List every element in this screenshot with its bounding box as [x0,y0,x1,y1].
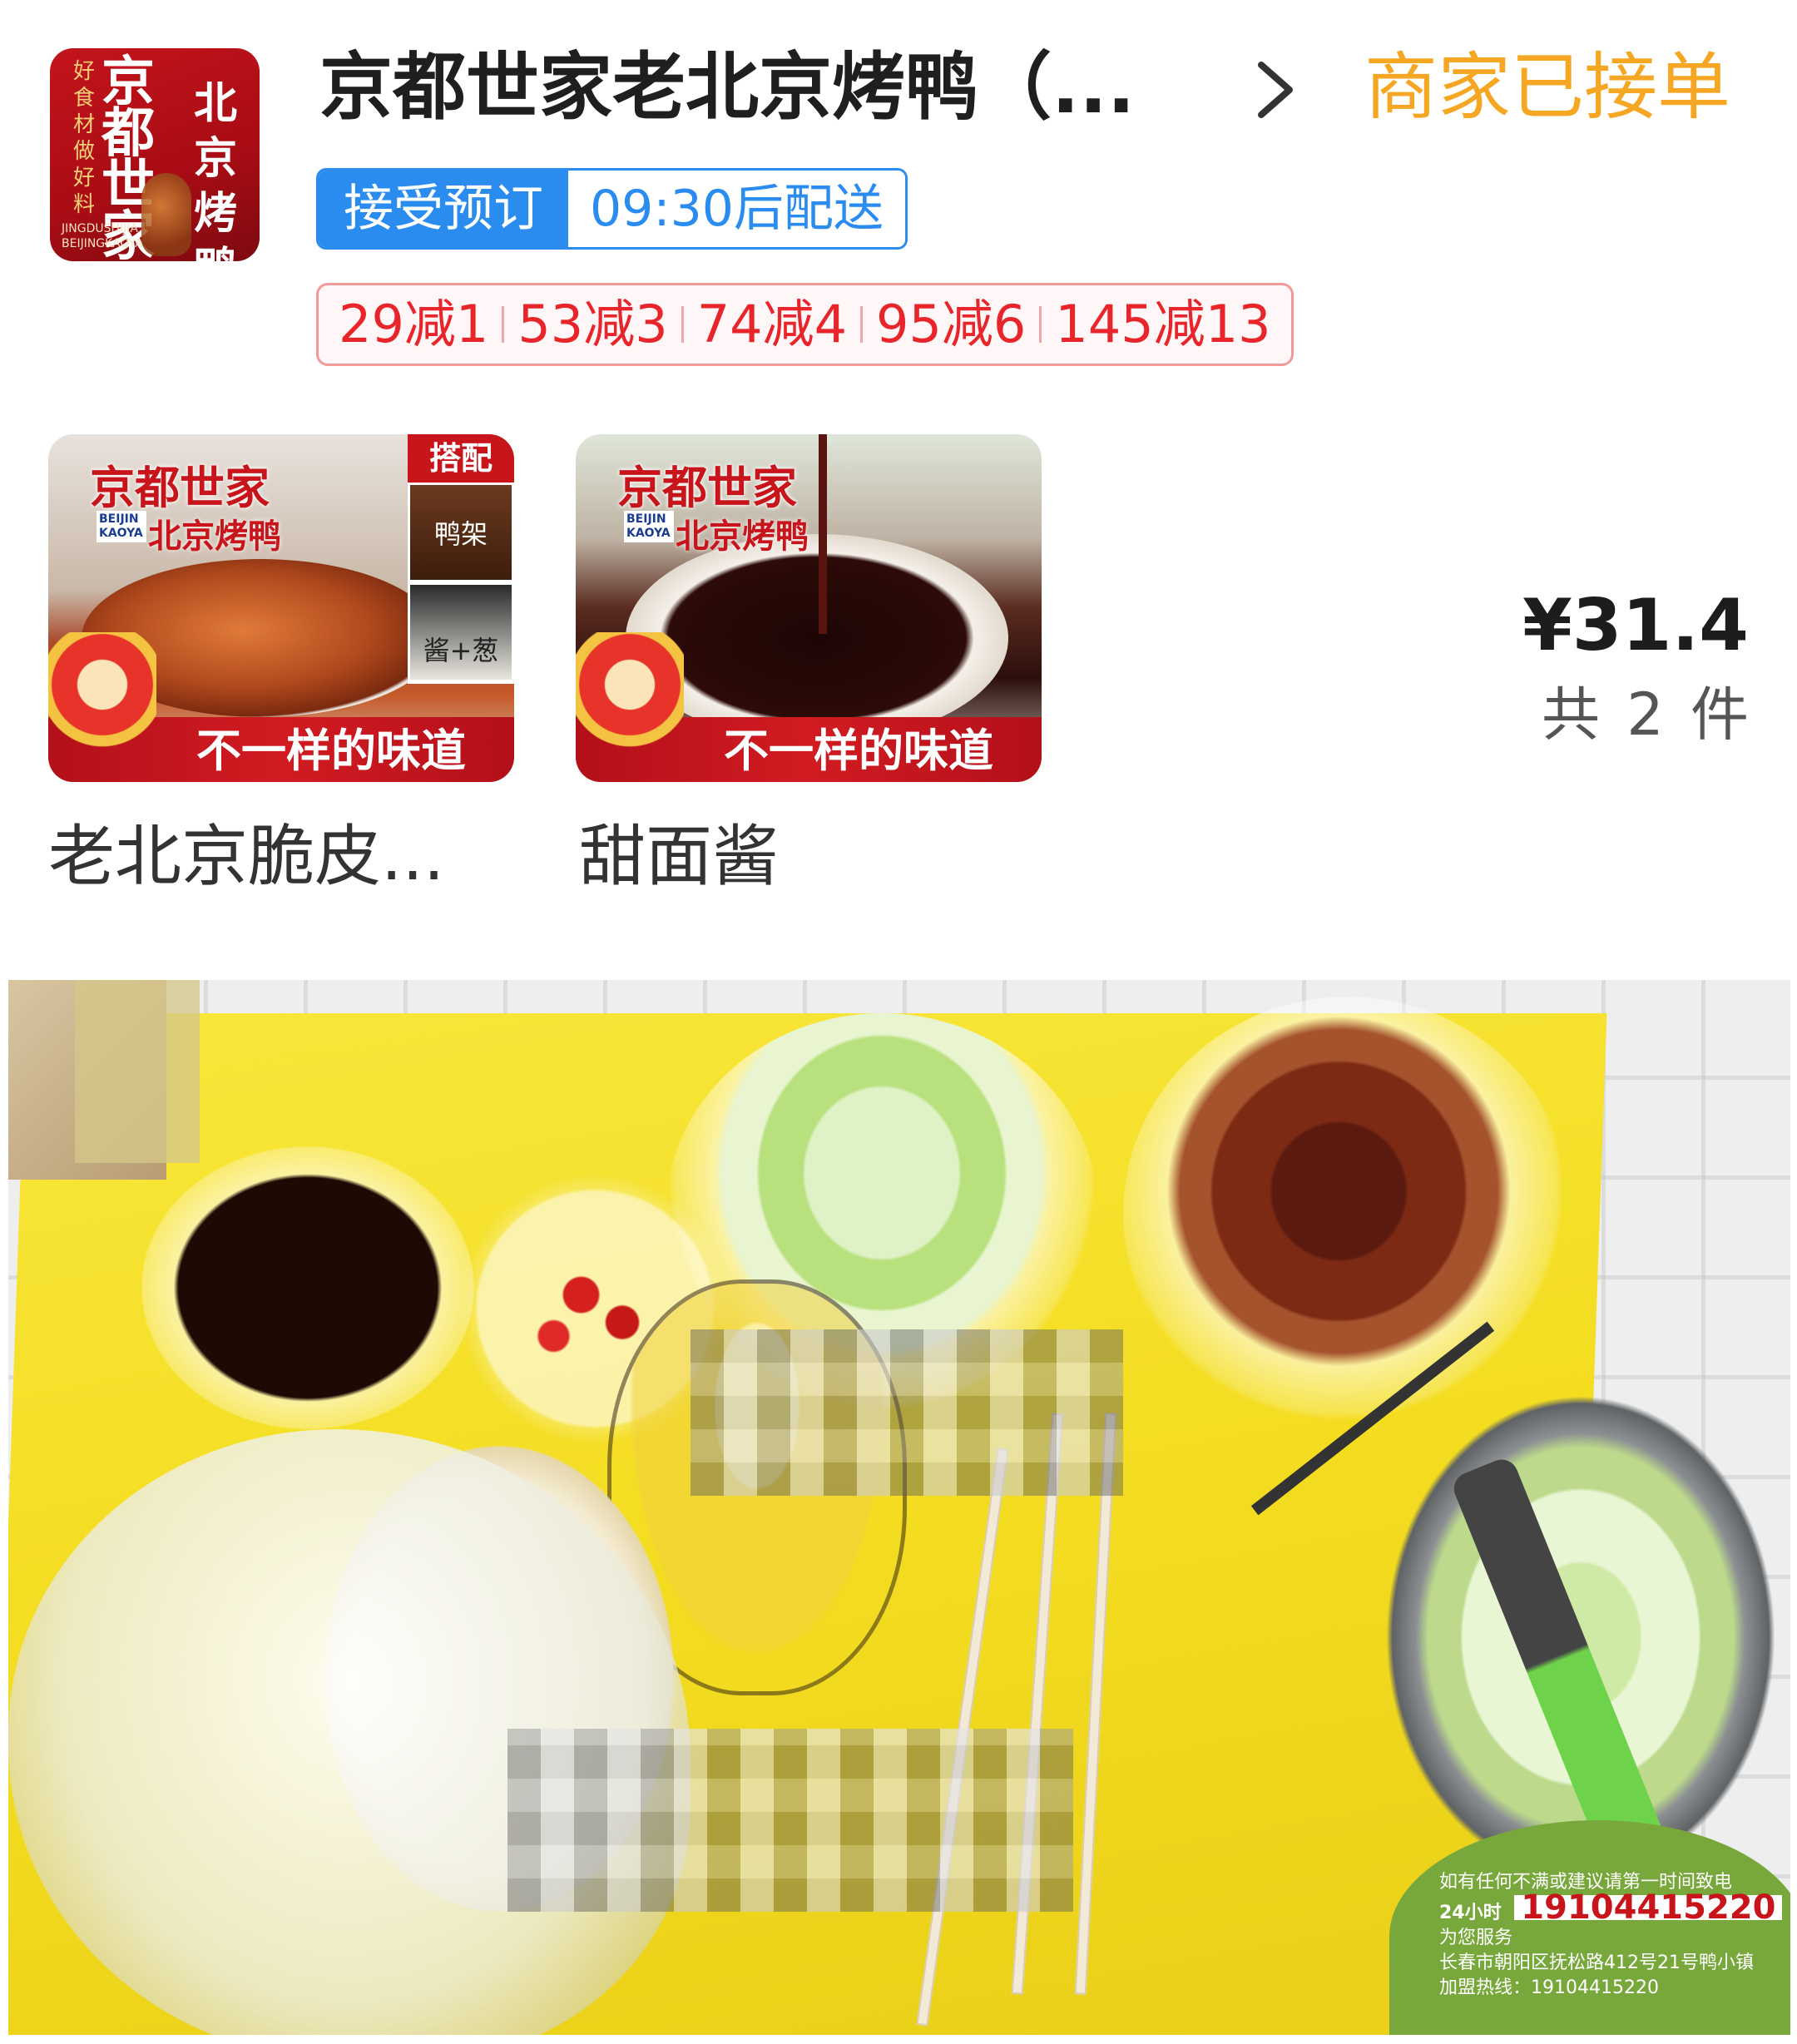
combo-panel: 搭配 鸭架 酱+葱 [408,434,514,684]
product-brand-en: BEIJIN KAOYA [97,511,146,542]
store-name[interactable]: 京都世家老北京烤鸭（... [319,42,1143,133]
snack-bag [75,980,200,1163]
card-phone: 19104415220 [1514,1891,1783,1924]
logo-english-text: JINGDUSHIJIA BEIJINGKAOYA [62,222,143,250]
discount-tags: 29减1 53减3 74减4 95减6 145减13 [316,283,1294,366]
lion-mascot [576,632,684,782]
chevron-right-icon[interactable] [1246,57,1304,123]
card-service: 为您服务 [1439,1928,1513,1948]
preorder-label: 接受预订 [319,171,568,247]
preorder-badge: 接受预订 09:30后配送 [316,168,908,250]
product-brand-sub: 北京烤鸭 [148,517,281,556]
product-brand-en: BEIJIN KAOYA [624,511,674,542]
combo-item: 鸭架 [408,483,514,582]
discount-tag: 95减6 [876,294,1027,354]
combo-item: 酱+葱 [408,582,514,682]
product-brand: 京都世家 [617,461,797,514]
product-image-sweet-bean-sauce[interactable]: 京都世家 BEIJIN KAOYA 北京烤鸭 不一样的味道 [576,434,1042,782]
order-total-price: ¥31.4 [1522,584,1749,667]
discount-tag: 29减1 [339,294,489,354]
lion-mascot [48,632,156,782]
logo-slogan: 好食材做好料 [73,59,96,217]
duck-container [1123,997,1572,1429]
mosaic-blur [507,1729,1073,1912]
product-brand: 京都世家 [90,461,270,514]
store-logo[interactable]: 好食材做好料 京 都 世 家 北 京 烤 鸭 JINGDUSHIJIA BEIJ… [50,48,260,261]
product-name[interactable]: 甜面酱 [579,815,1045,898]
card-hotline: 加盟热线：19104415220 [1439,1977,1659,1998]
delivery-time: 09:30后配送 [568,171,905,247]
product-name[interactable]: 老北京脆皮... [48,815,514,898]
sauce-container [141,1146,474,1429]
sauce-drip [819,434,827,634]
order-status: 商家已接单 [1364,44,1731,130]
discount-tag: 53减3 [517,294,668,354]
product-brand-sub: 北京烤鸭 [676,517,809,556]
mosaic-blur [691,1329,1123,1496]
review-photo[interactable]: 如有任何不满或建议请第一时间致电 24小时 19104415220 为您服务 长… [8,980,1790,2035]
discount-tag: 74减4 [696,294,848,354]
card-address: 长春市朝阳区抚松路412号21号鸭小镇 [1439,1952,1754,1973]
discount-tag: 145减13 [1055,294,1271,354]
item-count: 共 2 件 [1541,681,1749,749]
combo-title: 搭配 [408,434,514,483]
card-hours: 24小时 19104415220 [1439,1891,1790,1926]
product-image-roast-duck[interactable]: 京都世家 BEIJIN KAOYA 北京烤鸭 搭配 鸭架 酱+葱 不一样的味道 [48,434,514,782]
